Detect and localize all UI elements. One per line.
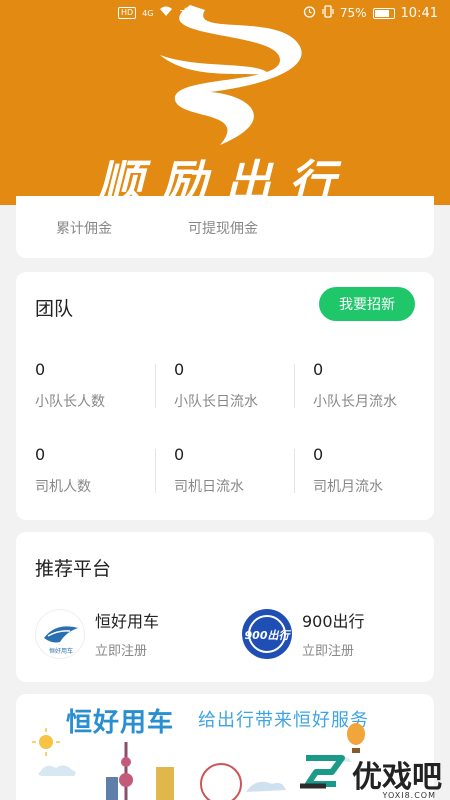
recommended-platforms-card: 推荐平台 恒好用车 恒好用车 立即注册 900出行 900出行 立即注册 [16,532,434,682]
clock: 10:41 [400,5,438,21]
team-card: 团队 我要招新 0 小队长人数 0 小队长日流水 0 小队长月流水 0 司机人数… [16,272,434,520]
henghao-logo-text: 恒好用车 [49,647,73,655]
recruit-button[interactable]: 我要招新 [319,287,415,321]
stat-squad-leader-monthly-flow[interactable]: 0 小队长月流水 [313,360,433,411]
platforms-title: 推荐平台 [35,558,112,580]
status-bar: HD 4G 文 75% 10:41 [0,0,450,26]
withdrawable-commission-label: 可提现佣金 [188,221,258,237]
battery-icon [372,7,395,19]
cumulative-commission-label: 累计佣金 [56,221,112,237]
signal-icon: 4G [142,8,154,18]
commission-card: 累计佣金 可提现佣金 [16,196,434,258]
divider [155,449,156,493]
wifi-icon [159,6,173,20]
watermark-text: 优戏吧 [352,760,442,795]
battery-percent: 75% [339,6,367,20]
divider [294,364,295,408]
header-banner: HD 4G 文 75% 10:41 顺励出行 [0,0,450,205]
900-logo-text: 900出行 [245,629,292,642]
input-method-indicator: 文 [179,6,192,21]
stat-squad-leader-daily-flow[interactable]: 0 小队长日流水 [174,360,294,411]
alarm-icon [303,5,316,21]
register-link[interactable]: 立即注册 [302,640,365,659]
platform-item-henghao[interactable]: 恒好用车 恒好用车 立即注册 [35,608,159,659]
platform-name: 900出行 [302,612,365,631]
watermark-url: YOXI8.COM [382,791,436,800]
platform-name: 恒好用车 [95,612,160,631]
watermark-logo-icon [296,752,348,796]
register-link[interactable]: 立即注册 [95,640,159,659]
henghao-logo-icon: 恒好用车 [35,608,85,659]
stat-driver-monthly-flow[interactable]: 0 司机月流水 [313,445,433,496]
divider [294,449,295,493]
stat-squad-leader-count[interactable]: 0 小队长人数 [35,360,155,411]
vibrate-icon [322,5,334,21]
platform-item-900[interactable]: 900出行 900出行 立即注册 [242,608,365,659]
hd-indicator: HD [118,7,137,19]
watermark: 优戏吧 [296,752,442,796]
team-title: 团队 [35,298,74,320]
stat-driver-daily-flow[interactable]: 0 司机日流水 [174,445,294,496]
900-logo-icon: 900出行 [242,608,292,659]
stat-driver-count[interactable]: 0 司机人数 [35,445,155,496]
divider [155,364,156,408]
